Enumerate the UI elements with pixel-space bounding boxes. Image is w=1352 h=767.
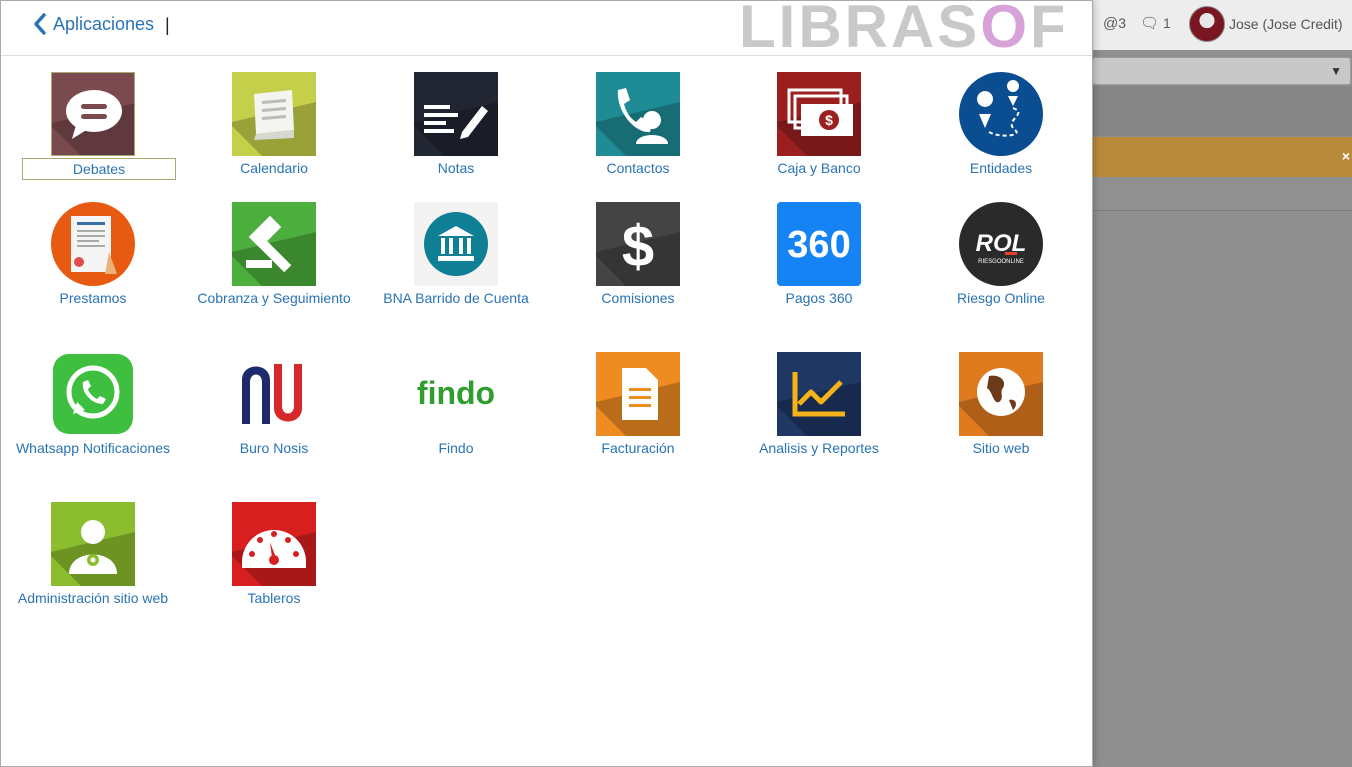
svg-text:360: 360 xyxy=(787,224,850,266)
svg-text:$: $ xyxy=(622,214,654,279)
app-riesgo-online[interactable]: ROL RIESGOONLINE Riesgo Online xyxy=(916,202,1086,308)
whatsapp-icon xyxy=(51,352,135,436)
app-label: Calendario xyxy=(240,160,308,176)
librasoft-logo: LIBRASOFT xyxy=(739,1,1063,53)
app-facturacion[interactable]: Facturación xyxy=(553,352,723,458)
loan-document-icon xyxy=(51,202,135,286)
background-alert: × xyxy=(1092,137,1352,177)
app-sitio-web[interactable]: Sitio web xyxy=(916,352,1086,458)
chat-icon: 🗨 xyxy=(1140,15,1160,32)
dashboard-gauge-icon xyxy=(232,502,316,586)
background-select[interactable]: ▼ xyxy=(1092,57,1351,85)
app-label: Cobranza y Seguimiento xyxy=(197,290,351,306)
app-analisis-y-reportes[interactable]: Analisis y Reportes xyxy=(734,352,904,458)
dollar-icon: $ xyxy=(596,202,680,286)
app-label: Facturación xyxy=(601,440,675,456)
chat-bubble-icon xyxy=(51,72,135,156)
app-label: Analisis y Reportes xyxy=(759,440,879,456)
invoice-icon xyxy=(596,352,680,436)
applications-modal: Aplicaciones | LIBRASOFT Debates Calendar… xyxy=(0,0,1093,767)
riesgo-online-logo: ROL RIESGOONLINE xyxy=(959,202,1043,286)
findo-logo: findo xyxy=(414,352,498,436)
app-label: Notas xyxy=(437,160,475,176)
money-stack-icon: $ xyxy=(777,72,861,156)
app-prestamos[interactable]: Prestamos xyxy=(8,202,178,308)
caret-down-icon: ▼ xyxy=(1330,64,1342,78)
background-row xyxy=(1092,177,1352,211)
pagos-360-logo: 360 xyxy=(777,202,861,286)
app-label: Pagos 360 xyxy=(785,290,853,306)
avatar xyxy=(1189,6,1225,42)
app-administracion-sitio-web[interactable]: Administración sitio web xyxy=(8,502,178,608)
chats-counter[interactable]: 🗨 1 xyxy=(1140,14,1171,32)
at-icon: @ xyxy=(1103,14,1119,32)
chevron-left-icon xyxy=(34,13,46,35)
app-label: Debates xyxy=(22,158,176,180)
app-entidades[interactable]: Entidades xyxy=(916,72,1086,178)
user-name: Jose (Jose Credit) xyxy=(1229,16,1343,32)
svg-text:$: $ xyxy=(825,112,833,128)
app-label: Findo xyxy=(438,440,474,456)
app-label: Riesgo Online xyxy=(957,290,1045,306)
app-contactos[interactable]: Contactos xyxy=(553,72,723,178)
app-whatsapp-notificaciones[interactable]: Whatsapp Notificaciones xyxy=(8,352,178,458)
app-caja-y-banco[interactable]: $ Caja y Banco xyxy=(734,72,904,178)
app-label: Whatsapp Notificaciones xyxy=(15,440,171,456)
topbar-stats: @3 🗨 1 xyxy=(1103,14,1171,33)
app-comisiones[interactable]: $ Comisiones xyxy=(553,202,723,308)
background-band xyxy=(1092,86,1352,136)
notes-pencil-icon xyxy=(414,72,498,156)
app-cobranza-y-seguimiento[interactable]: Cobranza y Seguimiento xyxy=(189,202,359,308)
app-label: Administración sitio web xyxy=(17,590,169,606)
user-gear-icon xyxy=(51,502,135,586)
svg-text:ROL: ROL xyxy=(976,230,1027,257)
app-label: Tableros xyxy=(247,590,301,606)
app-pagos-360[interactable]: 360 Pagos 360 xyxy=(734,202,904,308)
text-cursor: | xyxy=(165,15,170,35)
app-notas[interactable]: Notas xyxy=(371,72,541,178)
modal-header: Aplicaciones | LIBRASOFT xyxy=(1,1,1092,56)
app-label: Entidades xyxy=(969,160,1033,176)
close-icon[interactable]: × xyxy=(1342,148,1350,164)
app-label: Caja y Banco xyxy=(777,160,861,176)
map-route-icon xyxy=(959,72,1043,156)
back-to-applications-link[interactable]: Aplicaciones xyxy=(33,13,154,35)
app-label: Contactos xyxy=(606,160,670,176)
phone-contact-icon xyxy=(596,72,680,156)
svg-text:findo: findo xyxy=(417,375,495,411)
app-calendario[interactable]: Calendario xyxy=(189,72,359,178)
user-menu[interactable]: Jose (Jose Credit) xyxy=(1189,6,1343,42)
app-bna-barrido-de-cuenta[interactable]: BNA Barrido de Cuenta xyxy=(371,202,541,308)
app-label: Buro Nosis xyxy=(239,440,309,456)
nosis-logo-icon xyxy=(232,352,316,436)
globe-icon xyxy=(959,352,1043,436)
bank-icon xyxy=(414,202,498,286)
app-debates[interactable]: Debates xyxy=(8,72,178,180)
app-label: Prestamos xyxy=(59,290,127,306)
app-buro-nosis[interactable]: Buro Nosis xyxy=(189,352,359,458)
app-label: Comisiones xyxy=(601,290,675,306)
svg-text:RIESGOONLINE: RIESGOONLINE xyxy=(978,259,1024,265)
app-findo[interactable]: findo Findo xyxy=(371,352,541,458)
gavel-icon xyxy=(232,202,316,286)
back-label: Aplicaciones xyxy=(53,13,155,34)
app-label: BNA Barrido de Cuenta xyxy=(383,290,529,306)
app-label: Sitio web xyxy=(972,440,1030,456)
book-icon xyxy=(232,72,316,156)
app-tableros[interactable]: Tableros xyxy=(189,502,359,608)
line-chart-icon xyxy=(777,352,861,436)
mentions-counter[interactable]: @3 xyxy=(1103,15,1126,32)
